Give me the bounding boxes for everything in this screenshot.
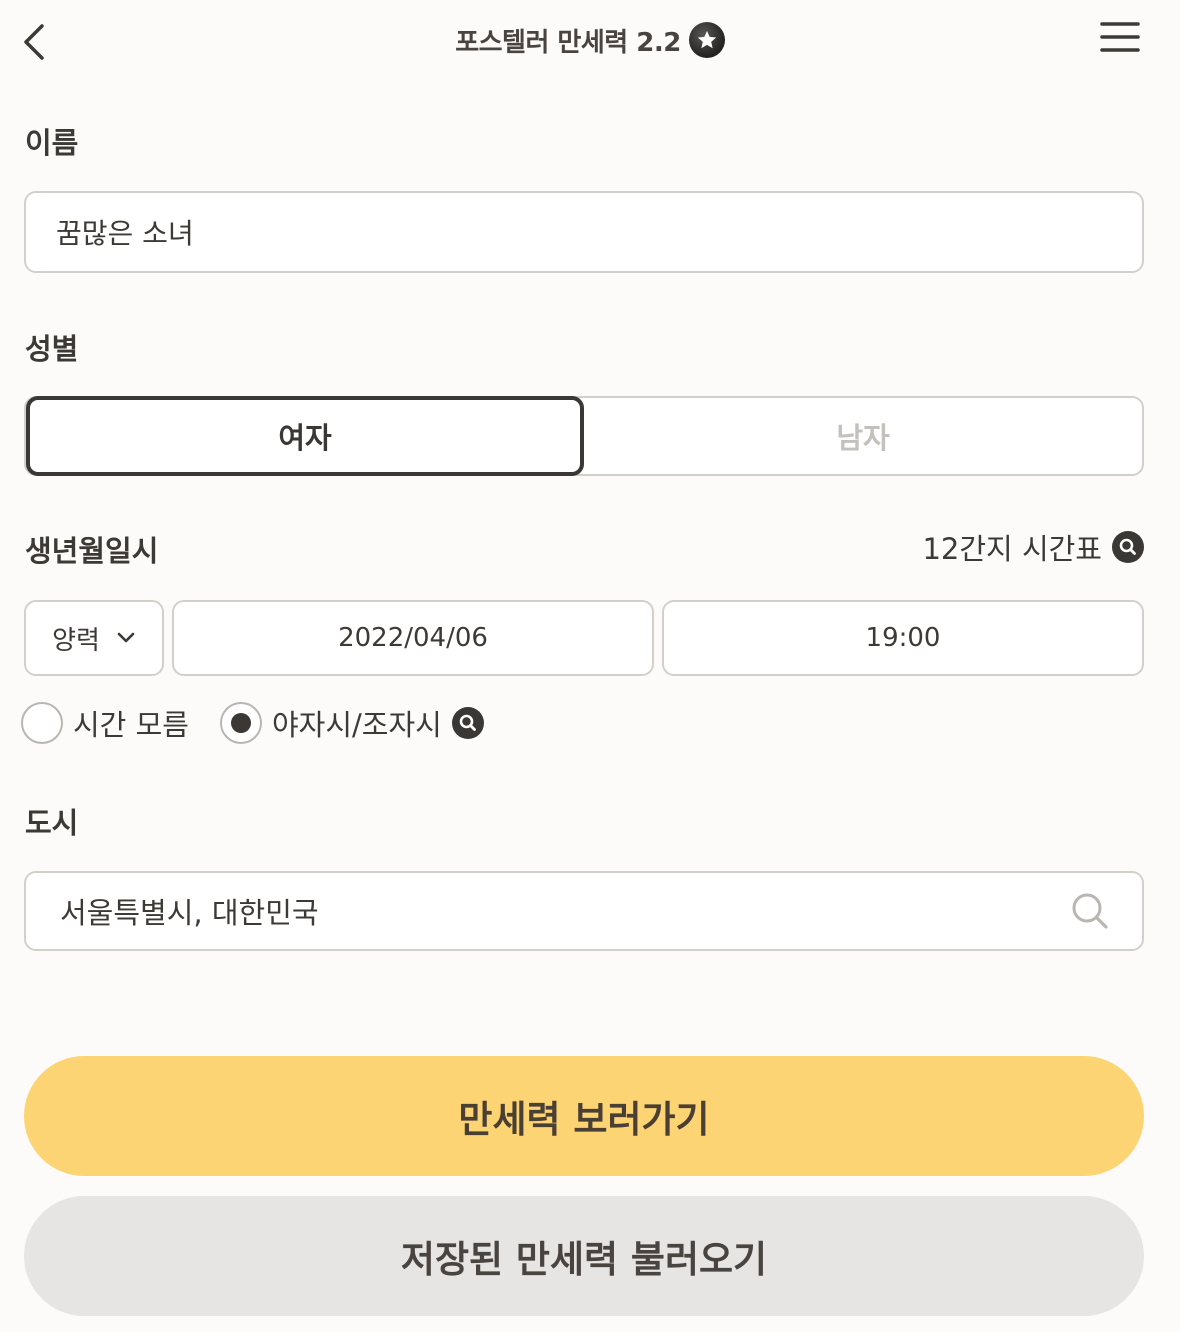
yaja-josi-label: 야자시/조자시 [272, 708, 442, 742]
name-input[interactable] [26, 193, 1142, 271]
gender-label: 성별 [25, 332, 79, 366]
gender-male-option[interactable]: 남자 [584, 398, 1142, 474]
birth-label: 생년월일시 [25, 534, 159, 568]
city-value: 서울특별시, 대한민국 [60, 896, 319, 930]
time-unknown-label: 시간 모름 [73, 708, 189, 742]
menu-button[interactable] [1100, 20, 1140, 54]
calendar-type-value: 양력 [52, 625, 100, 656]
hamburger-menu-icon [1100, 22, 1140, 52]
star-badge-icon [688, 22, 725, 58]
search-icon[interactable] [1070, 891, 1110, 931]
view-manse-button[interactable]: 만세력 보러가기 [24, 1056, 1144, 1176]
chevron-down-icon [117, 632, 135, 643]
time-unknown-radio[interactable]: 시간 모름 [21, 700, 189, 746]
name-label: 이름 [25, 126, 79, 160]
radio-checked-icon [220, 702, 262, 744]
city-label: 도시 [25, 806, 79, 840]
search-icon[interactable] [451, 707, 484, 739]
calendar-type-select[interactable]: 양력 [24, 600, 164, 676]
birth-date-field[interactable]: 2022/04/06 [172, 600, 654, 676]
radio-unchecked-icon [21, 702, 63, 744]
app-title: 포스텔러 만세력 2.2 [0, 18, 1180, 62]
yaja-josi-radio[interactable]: 야자시/조자시 [220, 700, 484, 746]
zodiac-time-chart-label: 12간지 시간표 [922, 532, 1102, 566]
city-search-field[interactable]: 서울특별시, 대한민국 [24, 871, 1144, 951]
search-icon [1112, 531, 1144, 563]
zodiac-time-chart-link[interactable]: 12간지 시간표 [922, 526, 1144, 568]
name-field[interactable] [24, 191, 1144, 273]
birth-time-field[interactable]: 19:00 [662, 600, 1144, 676]
load-saved-manse-button[interactable]: 저장된 만세력 불러오기 [24, 1196, 1144, 1316]
app-title-text: 포스텔러 만세력 2.2 [455, 27, 681, 58]
gender-female-option[interactable]: 여자 [26, 396, 584, 476]
birth-time-value: 19:00 [865, 623, 941, 653]
birth-date-value: 2022/04/06 [338, 623, 488, 653]
